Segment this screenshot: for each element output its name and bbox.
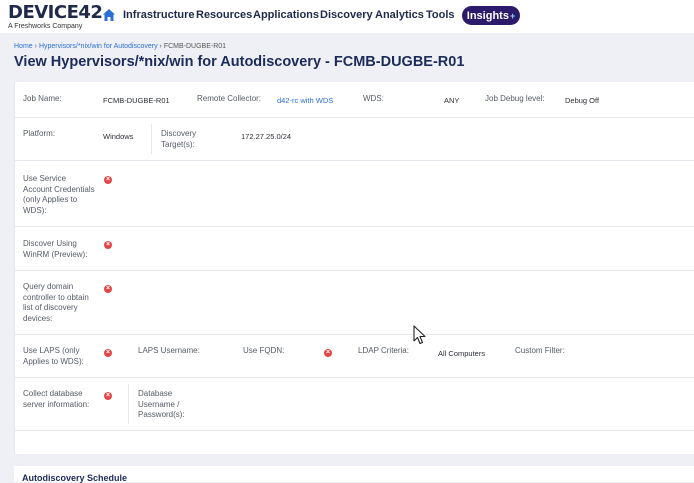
row-divider (14, 160, 694, 161)
insights-button[interactable]: Insights + (462, 6, 520, 25)
column-divider (151, 124, 152, 154)
nav-tools[interactable]: Tools (426, 9, 455, 21)
logo-tagline: A Freshworks Company (8, 23, 83, 30)
row-divider (14, 117, 694, 118)
platform-label: Platform: (23, 129, 56, 138)
remote-collector-link[interactable]: d42-rc with WDS (277, 96, 333, 105)
x-circle-icon: × (104, 349, 112, 357)
home-icon[interactable] (102, 8, 116, 22)
job-debug-level-label: Job Debug level: (485, 94, 545, 103)
x-circle-icon: × (104, 176, 112, 184)
page-title: View Hypervisors/*nix/win for Autodiscov… (14, 54, 465, 70)
discovery-target-value: 172.27.25.0/24 (241, 132, 292, 141)
row-divider (14, 377, 694, 378)
column-divider (128, 384, 129, 424)
breadcrumb-separator: › (159, 43, 162, 50)
custom-filter-label: Custom Filter: (515, 346, 565, 355)
row-divider (14, 334, 694, 335)
nav-analytics[interactable]: Analytics (375, 9, 424, 21)
x-circle-icon: × (324, 349, 332, 357)
service-account-label: Use Service Account Credentials (only Ap… (23, 174, 95, 215)
row-divider (14, 270, 694, 271)
breadcrumb: Home › Hypervisors/*nix/win for Autodisc… (14, 43, 226, 50)
row-divider (14, 430, 694, 431)
job-name-label: Job Name: (23, 94, 62, 103)
breadcrumb-home[interactable]: Home (14, 43, 33, 50)
platform-value: Windows (103, 132, 134, 141)
use-fqdn-label: Use FQDN: (243, 346, 285, 355)
collect-database-label: Collect database server information: (23, 389, 90, 409)
ldap-criteria-value: All Computers (438, 349, 486, 358)
breadcrumb-current: FCMB-DUGBE-R01 (163, 43, 227, 50)
remote-collector-label: Remote Collector: (197, 94, 262, 103)
breadcrumb-separator: › (34, 43, 37, 50)
logo-number: 42 (78, 2, 103, 23)
laps-username-label: LAPS Username: (138, 346, 200, 355)
wds-label: WDS: (363, 94, 384, 103)
use-laps-label: Use LAPS (only Applies to WDS): (23, 346, 84, 366)
breadcrumb-section[interactable]: Hypervisors/*nix/win for Autodiscovery (39, 43, 158, 50)
database-credentials-label: Database Username / Password(s): (138, 389, 185, 419)
insights-label: Insights (466, 9, 509, 22)
insights-plus-icon: + (509, 10, 516, 21)
row-divider (14, 226, 694, 227)
ldap-criteria-label: LDAP Criteria: (358, 346, 409, 355)
mouse-cursor-icon (413, 325, 426, 345)
logo-text: DEVICE (8, 2, 79, 23)
x-circle-icon: × (104, 285, 112, 293)
device42-logo[interactable]: DEVICE42 A Freshworks Company (8, 2, 103, 31)
winrm-label: Discover Using WinRM (Preview): (23, 239, 88, 259)
nav-discovery[interactable]: Discovery (320, 9, 373, 21)
x-circle-icon: × (104, 241, 112, 249)
nav-resources[interactable]: Resources (196, 9, 252, 21)
x-circle-icon: × (104, 392, 112, 400)
job-debug-level-value: Debug Off (565, 96, 600, 105)
query-domain-controller-label: Query domain controller to obtain list o… (23, 282, 89, 323)
discovery-target-label: Discovery Target(s): (161, 129, 197, 149)
nav-applications[interactable]: Applications (253, 9, 319, 21)
wds-value: ANY (444, 96, 460, 105)
nav-infrastructure[interactable]: Infrastructure (123, 9, 195, 21)
job-name-value: FCMB-DUGBE-R01 (103, 96, 170, 105)
